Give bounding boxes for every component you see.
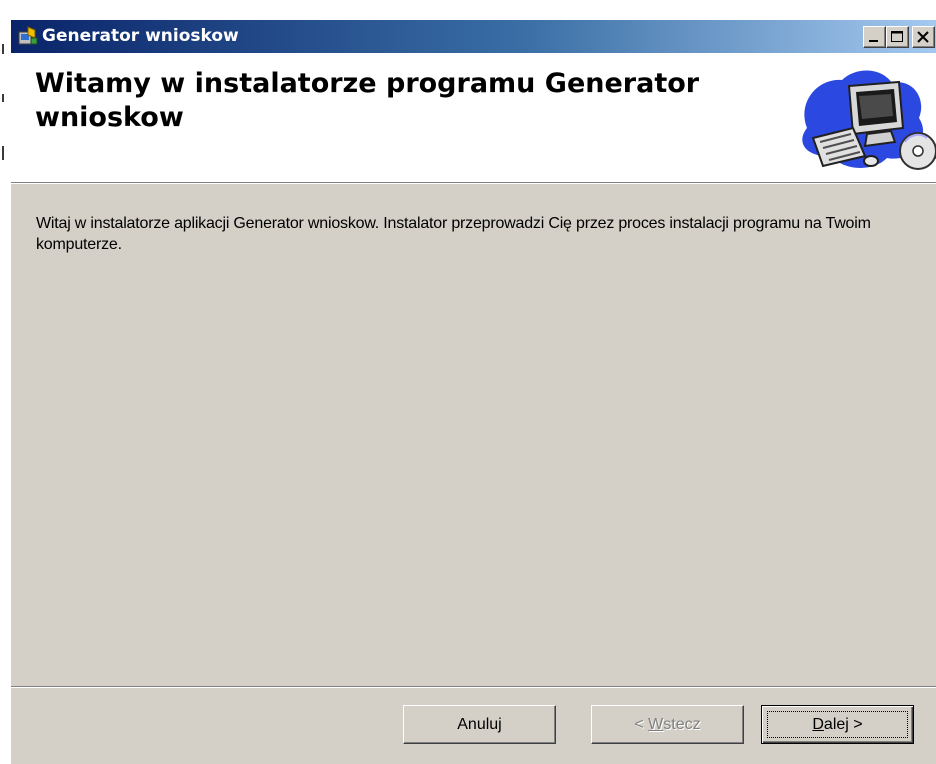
close-button[interactable] xyxy=(912,26,935,48)
back-button-label: < Wstecz xyxy=(634,716,700,734)
page-title: Witamy w instalatorze programu Generator… xyxy=(35,68,700,133)
minimize-icon xyxy=(869,40,878,42)
desktop-artifact xyxy=(2,94,4,102)
minimize-button[interactable] xyxy=(863,26,886,48)
cancel-button[interactable]: Anuluj xyxy=(403,705,556,744)
close-icon xyxy=(917,31,929,43)
title-bar[interactable]: Generator wnioskow xyxy=(11,20,936,53)
back-prefix: < xyxy=(634,715,649,733)
installer-window: Generator wnioskow Witamy w instalatorze… xyxy=(10,19,936,764)
back-button[interactable]: < Wstecz xyxy=(591,705,744,744)
desktop-artifact xyxy=(2,44,4,54)
back-mnemonic: W xyxy=(648,715,664,733)
cancel-button-label: Anuluj xyxy=(457,715,502,733)
desktop-artifact xyxy=(2,146,4,160)
welcome-message: Witaj w instalatorze aplikacji Generator… xyxy=(36,215,871,253)
installer-app-icon[interactable] xyxy=(18,26,38,46)
header-banner: Witamy w instalatorze programu Generator… xyxy=(11,53,936,182)
back-label-rest: stecz xyxy=(663,715,701,733)
maximize-icon xyxy=(891,31,903,42)
header-separator xyxy=(11,182,936,184)
next-button[interactable]: Dalej > xyxy=(761,705,914,744)
focus-rectangle xyxy=(767,711,908,738)
window-title: Generator wnioskow xyxy=(42,26,239,46)
background-desktop xyxy=(0,0,10,764)
computer-cd-icon xyxy=(802,70,936,170)
footer-separator xyxy=(11,686,936,688)
maximize-button[interactable] xyxy=(886,26,909,48)
